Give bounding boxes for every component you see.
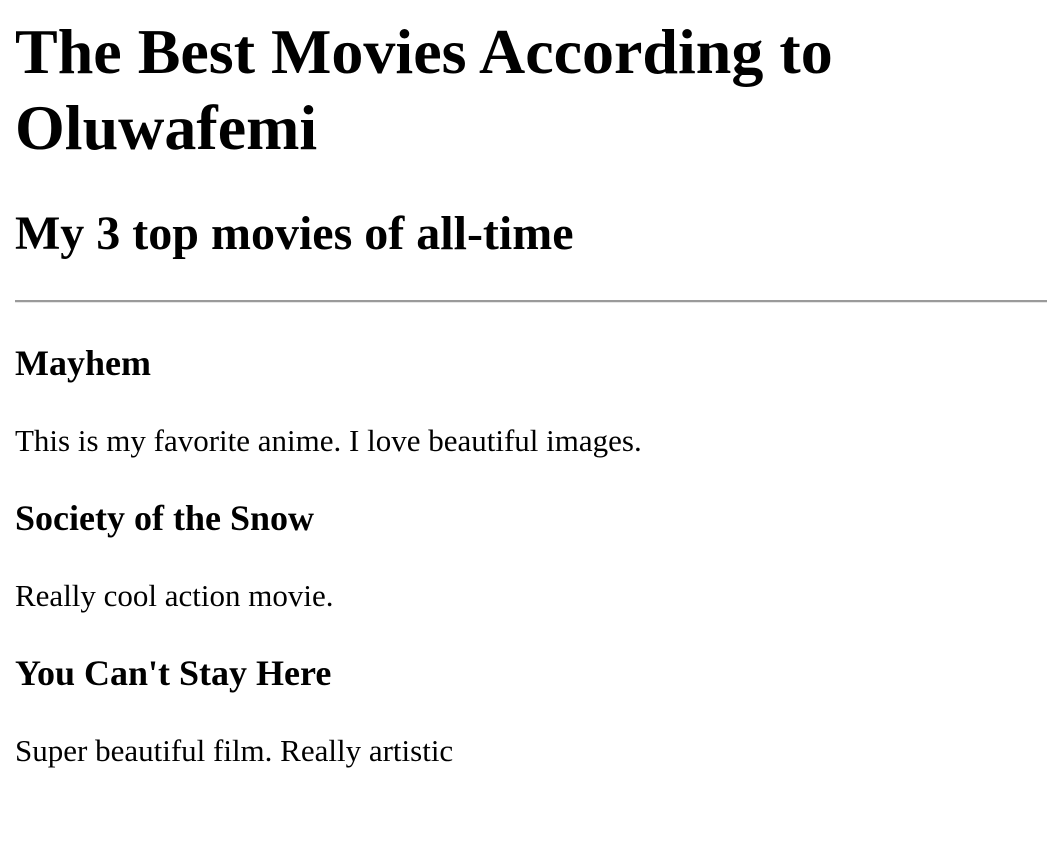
movie-description-society-of-the-snow: Really cool action movie.	[15, 578, 334, 613]
movie-description-mayhem: This is my favorite anime. I love beauti…	[15, 423, 642, 458]
page-subtitle: My 3 top movies of all-time	[15, 207, 574, 260]
horizontal-divider	[15, 300, 1047, 303]
page: The Best Movies According to Oluwafemi M…	[0, 0, 1060, 846]
movie-title-mayhem: Mayhem	[15, 343, 151, 383]
movie-title-society-of-the-snow: Society of the Snow	[15, 498, 314, 538]
movie-title-you-cant-stay-here: You Can't Stay Here	[15, 653, 332, 693]
movie-description-you-cant-stay-here: Super beautiful film. Really artistic	[15, 733, 454, 768]
page-title: The Best Movies According to Oluwafemi	[15, 16, 833, 163]
